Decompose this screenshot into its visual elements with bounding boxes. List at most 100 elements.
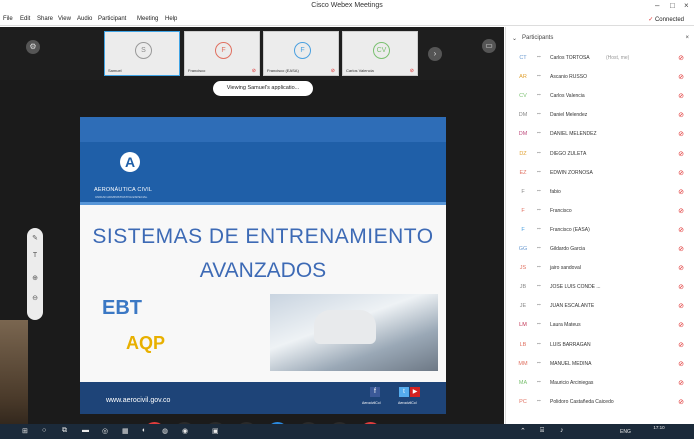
muted-mic-icon[interactable]: ⊘ <box>678 226 684 234</box>
menu-share[interactable]: Share <box>37 16 53 22</box>
muted-mic-icon[interactable]: ⊘ <box>678 379 684 387</box>
menu-meeting[interactable]: Meeting <box>137 16 158 22</box>
video-thumbnail[interactable]: F Francisco ⊘ <box>184 31 260 76</box>
participant-name: Mauricio Arciniegas <box>550 379 594 386</box>
muted-mic-icon[interactable]: ⊘ <box>678 398 684 406</box>
participant-row[interactable]: DZ ⇔ DIEGO ZULETA ⊘ <box>506 145 694 164</box>
participant-row[interactable]: LM ⇔ Laura Mateus ⊘ <box>506 316 694 335</box>
participant-row[interactable]: DM ⇔ Daniel Melendez ⊘ <box>506 106 694 125</box>
participant-row[interactable]: F ⇔ Francisco ⊘ <box>506 202 694 221</box>
store-icon[interactable]: ▦ <box>122 427 129 435</box>
edge-icon[interactable]: ◐ <box>142 427 146 434</box>
window-title: Cisco Webex Meetings <box>311 2 383 9</box>
maximize-icon[interactable]: □ <box>670 1 675 10</box>
muted-mic-icon[interactable]: ⊘ <box>678 54 684 62</box>
audio-connection-icon: ⇔ <box>536 245 542 251</box>
audio-connection-icon: ⇔ <box>536 206 542 213</box>
participant-name: MANUEL MEDINA <box>550 360 592 367</box>
participant-row[interactable]: LB ⇔ LUIS BARRAGAN ⊘ <box>506 336 694 355</box>
muted-mic-icon[interactable]: ⊘ <box>678 111 684 119</box>
participant-row[interactable]: AR ⇔ Ascanio RUSSO ⊘ <box>506 68 694 87</box>
muted-mic-icon[interactable]: ⊘ <box>678 92 684 100</box>
zoom-in-icon[interactable]: ⊕ <box>27 274 43 282</box>
video-thumbnail[interactable]: F Francisco (EASA) ⊘ <box>263 31 339 76</box>
audio-connection-icon: ⇔ <box>536 130 542 137</box>
chrome-icon[interactable]: ◎ <box>102 427 108 435</box>
menu-help[interactable]: Help <box>165 16 177 22</box>
participant-row[interactable]: F ⇔ Francisco (EASA) ⊘ <box>506 221 694 240</box>
participant-avatar: CT <box>519 55 527 61</box>
task-view-icon[interactable]: ⧉ <box>62 427 67 435</box>
muted-mic-icon[interactable]: ⊘ <box>678 207 684 215</box>
search-icon[interactable]: ○ <box>42 427 46 434</box>
social-handle: AerocivilCol <box>398 401 417 405</box>
participant-avatar: AR <box>519 74 527 81</box>
simulator-photo <box>270 294 438 371</box>
next-thumbnails-icon[interactable]: › <box>428 47 442 61</box>
audio-connection-icon: ⇔ <box>536 111 542 118</box>
text-tool-icon[interactable]: T <box>27 252 43 259</box>
muted-mic-icon[interactable]: ⊘ <box>678 264 684 272</box>
muted-mic-icon[interactable]: ⊘ <box>678 150 684 158</box>
participant-avatar: MA <box>518 379 528 386</box>
audio-connection-icon: ⇔ <box>536 225 542 232</box>
muted-mic-icon[interactable]: ⊘ <box>678 302 684 310</box>
muted-mic-icon[interactable]: ⊘ <box>678 188 684 196</box>
muted-mic-icon[interactable]: ⊘ <box>678 73 684 81</box>
viewing-banner: Viewing Samuel's applicatio... <box>213 81 313 96</box>
muted-mic-icon[interactable]: ⊘ <box>678 283 684 291</box>
participant-row[interactable]: MM ⇔ MANUEL MEDINA ⊘ <box>506 355 694 374</box>
participant-avatar: JS <box>519 265 527 272</box>
system-tray-icon[interactable]: ⌃ <box>520 427 526 435</box>
menu-participant[interactable]: Participant <box>98 16 126 22</box>
participant-row[interactable]: CV ⇔ Carlos Valencia ⊘ <box>506 87 694 106</box>
participant-row[interactable]: JE ⇔ JUAN ESCALANTE ⊘ <box>506 297 694 316</box>
muted-mic-icon[interactable]: ⊘ <box>678 169 684 177</box>
app-taskbar-icon[interactable]: ▣ <box>212 427 219 435</box>
start-icon[interactable]: ⊞ <box>22 427 28 435</box>
participant-row[interactable]: MA ⇔ Mauricio Arciniegas ⊘ <box>506 374 694 393</box>
minimize-icon[interactable]: – <box>655 1 659 10</box>
video-thumbnail[interactable]: S Samuel <box>104 31 180 76</box>
zoom-out-icon[interactable]: ⊖ <box>27 294 43 302</box>
muted-mic-icon[interactable]: ⊘ <box>678 321 684 329</box>
participant-row[interactable]: EZ ⇔ EDWIN ZORNOSA ⊘ <box>506 164 694 183</box>
participant-row[interactable]: JS ⇔ jairo sandoval ⊘ <box>506 259 694 278</box>
collapse-icon[interactable]: ⌄ <box>512 35 517 42</box>
participant-row[interactable]: DM ⇔ DANIEL MELENDEZ ⊘ <box>506 125 694 144</box>
muted-mic-icon[interactable]: ⊘ <box>678 341 684 349</box>
volume-icon[interactable]: ♪ <box>560 427 564 434</box>
menu-view[interactable]: View <box>58 16 71 22</box>
participant-name: Ascanio RUSSO <box>550 74 587 81</box>
audio-connection-icon: ⇔ <box>536 264 542 271</box>
muted-mic-icon[interactable]: ⊘ <box>678 130 684 138</box>
clock[interactable]: 17:10 <box>649 425 669 430</box>
pointer-icon[interactable]: ✎ <box>27 234 43 242</box>
close-panel-icon[interactable]: × <box>685 35 689 41</box>
network-icon[interactable]: ⌸ <box>540 427 544 435</box>
menu-file[interactable]: File <box>3 16 13 22</box>
muted-mic-icon[interactable]: ⊘ <box>678 360 684 368</box>
menu-audio[interactable]: Audio <box>77 16 92 22</box>
slide-item-ebt: EBT <box>102 297 142 319</box>
muted-mic-icon[interactable]: ⊘ <box>678 245 684 253</box>
participant-row[interactable]: GG ⇔ Gildardo Garcia ⊘ <box>506 240 694 259</box>
participant-row[interactable]: PC ⇔ Polidoro Castañeda Caicedo ⊘ <box>506 393 694 412</box>
participant-row[interactable]: CT ⇔ Carlos TORTOSA (Host, me) ⊘ <box>506 49 694 68</box>
menu-bar: File Edit Share View Audio Participant M… <box>0 13 694 26</box>
connection-status[interactable]: ✓ Connected <box>648 16 684 23</box>
close-icon[interactable]: × <box>684 1 689 10</box>
participant-row[interactable]: F ⇔ fabio ⊘ <box>506 183 694 202</box>
org-subtitle: UNIDAD ADMINISTRATIVA ESPECIAL <box>95 195 148 199</box>
participant-row[interactable]: JB ⇔ JOSE LUIS CONDE ... ⊘ <box>506 278 694 297</box>
file-explorer-icon[interactable]: ▬ <box>82 427 89 434</box>
participant-name: EDWIN ZORNOSA <box>550 169 593 176</box>
audio-connection-icon: ⇔ <box>536 321 542 328</box>
layout-icon[interactable]: ▭ <box>482 39 496 53</box>
video-thumbnail[interactable]: CV Carlos Valencia ⊘ <box>342 31 418 76</box>
language-indicator[interactable]: ENG <box>620 429 631 435</box>
webex-taskbar-icon[interactable]: ◉ <box>182 427 188 435</box>
photos-icon[interactable]: ◍ <box>162 427 168 435</box>
settings-icon[interactable]: ⚙ <box>26 40 40 54</box>
menu-edit[interactable]: Edit <box>20 16 30 22</box>
